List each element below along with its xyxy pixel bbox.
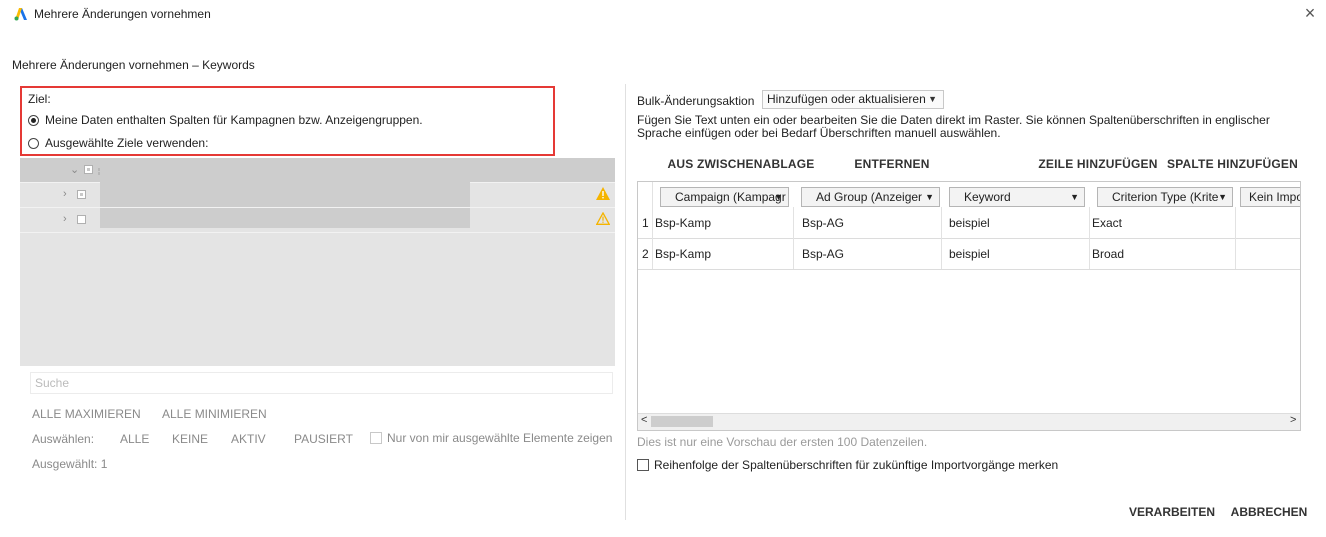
bulk-action-label: Bulk-Änderungsaktion: [637, 94, 755, 108]
tree-search-input[interactable]: Suche: [30, 372, 613, 394]
remember-headers-label: Reihenfolge der Spaltenüberschriften für…: [654, 458, 1059, 472]
grid-line: [941, 207, 942, 269]
chevron-right-icon[interactable]: ›: [63, 213, 67, 225]
target-label: Ziel:: [28, 92, 51, 106]
target-tree: ⌄ › ›: [20, 158, 615, 366]
column-header-label: Keyword: [964, 190, 1011, 204]
horizontal-scrollbar[interactable]: < >: [638, 413, 1300, 430]
radio-unselected-icon[interactable]: [28, 137, 39, 149]
radio-columns-label: Meine Daten enthalten Spalten für Kampag…: [45, 113, 423, 127]
add-column-button[interactable]: SPALTE HINZUFÜGEN: [1165, 151, 1300, 177]
collapse-all-link[interactable]: ALLE MINIMIEREN: [162, 407, 267, 421]
process-button[interactable]: VERARBEITEN: [1124, 500, 1220, 524]
scroll-left-icon[interactable]: <: [641, 414, 647, 426]
paste-from-clipboard-button[interactable]: AUS ZWISCHENABLAGE EINFÜGEN: [637, 151, 845, 197]
cell-criterion-type[interactable]: Exact: [1092, 216, 1122, 230]
cell-criterion-type[interactable]: Broad: [1092, 247, 1124, 261]
remember-headers-row[interactable]: Reihenfolge der Spaltenüberschriften für…: [637, 458, 1058, 472]
table-row[interactable]: 2 Bsp-Kamp Bsp-AG beispiel Broad: [638, 238, 1300, 270]
close-button[interactable]: ×: [1300, 3, 1320, 23]
tree-row-campaign-1[interactable]: ›: [20, 183, 615, 208]
tree-row-campaign-2[interactable]: ›: [20, 208, 615, 233]
table-row[interactable]: 1 Bsp-Kamp Bsp-AG beispiel Exact: [638, 207, 1300, 239]
grid-line: [1089, 207, 1090, 269]
grid-line: [652, 182, 653, 269]
bulk-action-value: Hinzufügen oder aktualisieren: [767, 92, 926, 106]
cell-keyword[interactable]: beispiel: [949, 216, 990, 230]
radio-option-columns[interactable]: Meine Daten enthalten Spalten für Kampag…: [28, 113, 423, 127]
only-mine-checkbox[interactable]: [370, 432, 382, 444]
dialog-subtitle: Mehrere Änderungen vornehmen – Keywords: [12, 58, 255, 72]
tree-checkbox[interactable]: [84, 165, 93, 174]
row-number: 2: [642, 247, 649, 261]
chevron-down-icon[interactable]: ⌄: [70, 163, 79, 176]
column-header-label: Criterion Type (Krite: [1112, 190, 1219, 204]
column-header-label: Ad Group (Anzeiger: [816, 190, 923, 204]
remove-button[interactable]: ENTFERNEN: [851, 151, 933, 177]
remember-headers-checkbox[interactable]: [637, 459, 649, 471]
column-header-keyword[interactable]: Keyword ▼: [949, 187, 1085, 207]
instruction-text: Fügen Sie Text unten ein oder bearbeiten…: [637, 113, 1270, 140]
column-header-no-import[interactable]: Kein Impo: [1240, 187, 1301, 207]
radio-selected-icon[interactable]: [28, 114, 39, 126]
select-active-link[interactable]: AKTIV: [231, 432, 266, 446]
tree-checkbox[interactable]: [77, 215, 86, 224]
select-label: Auswählen:: [32, 432, 95, 446]
cell-ad-group[interactable]: Bsp-AG: [802, 247, 844, 261]
column-header-label: Kein Impo: [1249, 190, 1301, 204]
only-mine-checkbox-row[interactable]: Nur von mir ausgewählte Elemente zeigen: [370, 431, 612, 445]
column-header-criterion-type[interactable]: Criterion Type (Krite ▼: [1097, 187, 1233, 207]
dropdown-arrow-icon[interactable]: ▼: [925, 188, 934, 206]
cell-ad-group[interactable]: Bsp-AG: [802, 216, 844, 230]
cell-keyword[interactable]: beispiel: [949, 247, 990, 261]
grid-line: [1235, 207, 1236, 269]
cancel-button[interactable]: ABBRECHEN: [1226, 500, 1312, 524]
select-paused-link[interactable]: PAUSIERT: [294, 432, 353, 446]
expand-all-link[interactable]: ALLE MAXIMIEREN: [32, 407, 141, 421]
selected-count: Ausgewählt: 1: [32, 457, 108, 471]
column-header-ad-group[interactable]: Ad Group (Anzeiger ▼: [801, 187, 940, 207]
warning-filled-icon: [596, 187, 610, 200]
only-mine-label: Nur von mir ausgewählte Elemente zeigen: [387, 431, 613, 445]
dropdown-arrow-icon[interactable]: ▼: [1070, 188, 1079, 206]
preview-note: Dies ist nur eine Vorschau der ersten 10…: [637, 435, 928, 449]
row-number: 1: [642, 216, 649, 230]
column-header-campaign[interactable]: Campaign (Kampagr ▼: [660, 187, 789, 207]
panel-divider: [625, 84, 626, 520]
add-row-button[interactable]: ZEILE HINZUFÜGEN: [1035, 151, 1161, 177]
bulk-action-select[interactable]: Hinzufügen oder aktualisieren ▼: [762, 90, 944, 109]
select-none-link[interactable]: KEINE: [172, 432, 208, 446]
dropdown-arrow-icon: ▼: [928, 94, 937, 104]
data-grid[interactable]: Campaign (Kampagr ▼ Ad Group (Anzeiger ▼ K…: [637, 181, 1301, 431]
column-header-label: Campaign (Kampagr: [675, 190, 786, 204]
scrollbar-thumb[interactable]: [651, 416, 713, 427]
window-title: Mehrere Änderungen vornehmen: [34, 7, 211, 21]
cell-campaign[interactable]: Bsp-Kamp: [655, 247, 711, 261]
dropdown-arrow-icon[interactable]: ▼: [774, 188, 783, 206]
chevron-right-icon[interactable]: ›: [63, 188, 67, 200]
scroll-right-icon[interactable]: >: [1290, 414, 1296, 426]
google-ads-logo-icon: [14, 8, 27, 21]
grid-line: [793, 207, 794, 269]
warning-outline-icon: [596, 212, 610, 225]
tree-checkbox[interactable]: [77, 190, 86, 199]
dropdown-arrow-icon[interactable]: ▼: [1218, 188, 1227, 206]
radio-option-selected-targets[interactable]: Ausgewählte Ziele verwenden:: [28, 136, 208, 150]
cell-campaign[interactable]: Bsp-Kamp: [655, 216, 711, 230]
radio-selected-targets-label: Ausgewählte Ziele verwenden:: [45, 136, 209, 150]
select-all-link[interactable]: ALLE: [120, 432, 149, 446]
